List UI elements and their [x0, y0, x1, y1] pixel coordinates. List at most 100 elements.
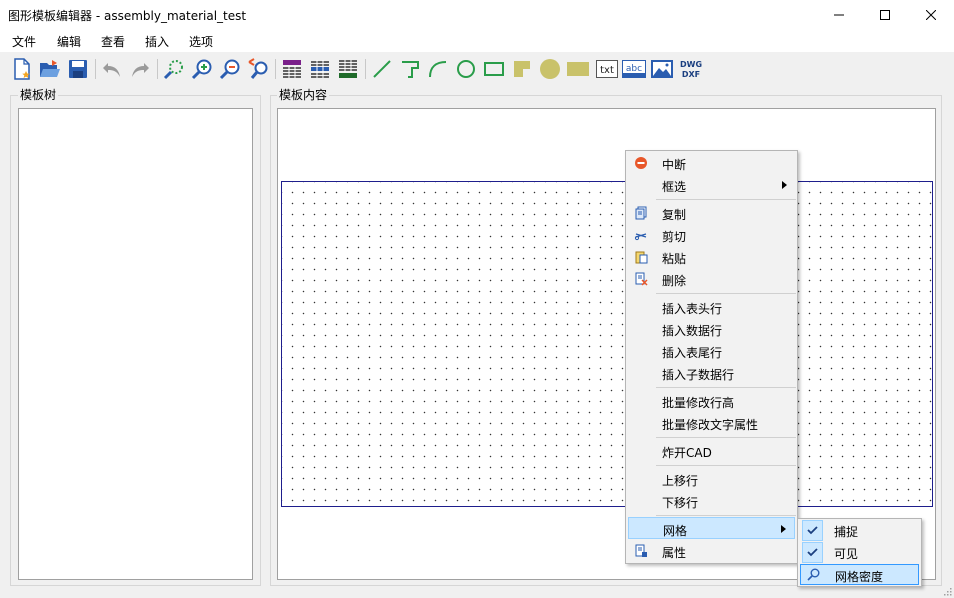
menu-item-batch-row-height[interactable]: 批量修改行高	[628, 390, 795, 412]
table-rows-button[interactable]	[308, 57, 332, 81]
filled-polygon-icon	[514, 61, 530, 77]
menu-item-label: 网格	[663, 524, 688, 538]
context-menu: 中断 框选 复制 剪切 粘贴 删除 插入表头行 插入数据行 插入表尾行 插入子数…	[625, 150, 798, 564]
menu-item-insert-data-row[interactable]: 插入数据行	[628, 318, 795, 340]
menu-item-label: 粘贴	[662, 252, 687, 266]
table-header-button[interactable]	[280, 57, 304, 81]
filled-rectangle-tool-button[interactable]	[566, 57, 590, 81]
menu-item-move-row-up[interactable]: 上移行	[628, 468, 795, 490]
submenu-item-snap[interactable]: 捕捉	[800, 520, 919, 541]
menu-item-grid[interactable]: 网格	[628, 517, 795, 539]
text-field-tool-button[interactable]: abc	[622, 57, 646, 81]
maximize-button[interactable]	[862, 0, 908, 30]
new-file-button[interactable]	[10, 57, 34, 81]
arc-tool-button[interactable]	[426, 57, 450, 81]
template-tree[interactable]	[18, 108, 253, 580]
title-bar: 图形模板编辑器 - assembly_material_test	[0, 0, 954, 30]
menu-item-cut[interactable]: 剪切	[628, 224, 795, 246]
menu-item-insert-child-data-row[interactable]: 插入子数据行	[628, 362, 795, 384]
menu-item-paste[interactable]: 粘贴	[628, 246, 795, 268]
menu-item-insert-header-row[interactable]: 插入表头行	[628, 296, 795, 318]
table-footer-button[interactable]	[336, 57, 360, 81]
zoom-out-icon	[219, 59, 240, 80]
copy-icon	[635, 206, 647, 220]
menu-item-copy[interactable]: 复制	[628, 202, 795, 224]
line-tool-button[interactable]	[370, 57, 394, 81]
menu-item-label: 复制	[662, 208, 687, 222]
menu-item-label: 插入子数据行	[662, 368, 735, 382]
submenu-item-label: 捕捉	[834, 525, 859, 539]
open-folder-button[interactable]	[38, 57, 62, 81]
text-tool-button[interactable]: txt	[595, 57, 619, 81]
submenu-item-grid-density[interactable]: 网格密度	[800, 564, 919, 585]
polyline-icon	[402, 61, 419, 78]
rectangle-icon	[484, 62, 504, 76]
menu-item-label: 下移行	[662, 496, 699, 510]
menu-insert[interactable]: 插入	[145, 33, 169, 50]
open-folder-icon	[40, 60, 60, 77]
zoom-out-button[interactable]	[218, 57, 242, 81]
dwg-dxf-import-button[interactable]: DWG DXF	[678, 57, 702, 81]
menu-item-label: 中断	[662, 158, 687, 172]
circle-tool-button[interactable]	[454, 57, 478, 81]
resize-grip-icon[interactable]	[942, 586, 952, 596]
paste-icon	[635, 251, 648, 264]
menu-view[interactable]: 查看	[101, 33, 125, 50]
menu-item-stop[interactable]: 中断	[628, 152, 795, 174]
text-icon: txt	[596, 60, 618, 78]
menu-item-label: 删除	[662, 274, 687, 288]
zoom-in-button[interactable]	[190, 57, 214, 81]
menu-item-label: 批量修改行高	[662, 396, 735, 410]
menu-item-label: 插入表头行	[662, 302, 723, 316]
menu-item-batch-text-props[interactable]: 批量修改文字属性	[628, 412, 795, 434]
zoom-previous-button[interactable]	[246, 57, 270, 81]
zoom-in-icon	[191, 59, 212, 80]
circle-icon	[457, 60, 475, 78]
menu-item-move-row-down[interactable]: 下移行	[628, 490, 795, 512]
delete-icon	[635, 272, 648, 286]
properties-icon	[635, 544, 647, 557]
image-tool-button[interactable]	[650, 57, 674, 81]
template-tree-label: 模板树	[18, 86, 59, 103]
window-title: 图形模板编辑器 - assembly_material_test	[8, 9, 247, 23]
minimize-button[interactable]	[816, 0, 862, 30]
menu-edit[interactable]: 编辑	[57, 33, 81, 50]
menu-file[interactable]: 文件	[12, 33, 36, 50]
zoom-fit-button[interactable]	[162, 57, 186, 81]
undo-icon	[103, 63, 120, 77]
save-icon	[69, 60, 87, 78]
menu-item-label: 炸开CAD	[662, 446, 712, 460]
polyline-tool-button[interactable]	[398, 57, 422, 81]
minimize-icon	[834, 14, 844, 16]
menu-item-properties[interactable]: 属性	[628, 540, 795, 562]
filled-circle-tool-button[interactable]	[538, 57, 562, 81]
menu-item-label: 批量修改文字属性	[662, 418, 759, 432]
undo-button[interactable]	[100, 57, 124, 81]
menu-bar: 文件 编辑 查看 插入 选项	[0, 30, 954, 52]
close-icon	[926, 10, 936, 20]
grid-canvas[interactable]	[281, 181, 933, 507]
redo-button[interactable]	[128, 57, 152, 81]
table-rows-icon	[311, 60, 329, 78]
submenu-item-visible[interactable]: 可见	[800, 542, 919, 563]
text-field-icon: abc	[622, 60, 646, 78]
menu-item-delete[interactable]: 删除	[628, 268, 795, 290]
menu-item-box-select[interactable]: 框选	[628, 174, 795, 196]
save-button[interactable]	[66, 57, 90, 81]
menu-item-label: 插入表尾行	[662, 346, 723, 360]
toolbar: txt abc DWG DXF	[0, 52, 954, 86]
check-icon	[802, 542, 823, 563]
menu-options[interactable]: 选项	[189, 33, 213, 50]
menu-item-explode-cad[interactable]: 炸开CAD	[628, 440, 795, 462]
submenu-item-label: 可见	[834, 547, 859, 561]
filled-circle-icon	[540, 59, 560, 79]
new-file-icon	[14, 58, 30, 80]
menu-item-label: 属性	[662, 546, 687, 560]
filled-polygon-tool-button[interactable]	[510, 57, 534, 81]
redo-icon	[132, 63, 149, 77]
close-button[interactable]	[908, 0, 954, 30]
menu-item-insert-footer-row[interactable]: 插入表尾行	[628, 340, 795, 362]
submenu-arrow-icon	[782, 181, 787, 189]
filled-rectangle-icon	[567, 62, 589, 76]
rectangle-tool-button[interactable]	[482, 57, 506, 81]
